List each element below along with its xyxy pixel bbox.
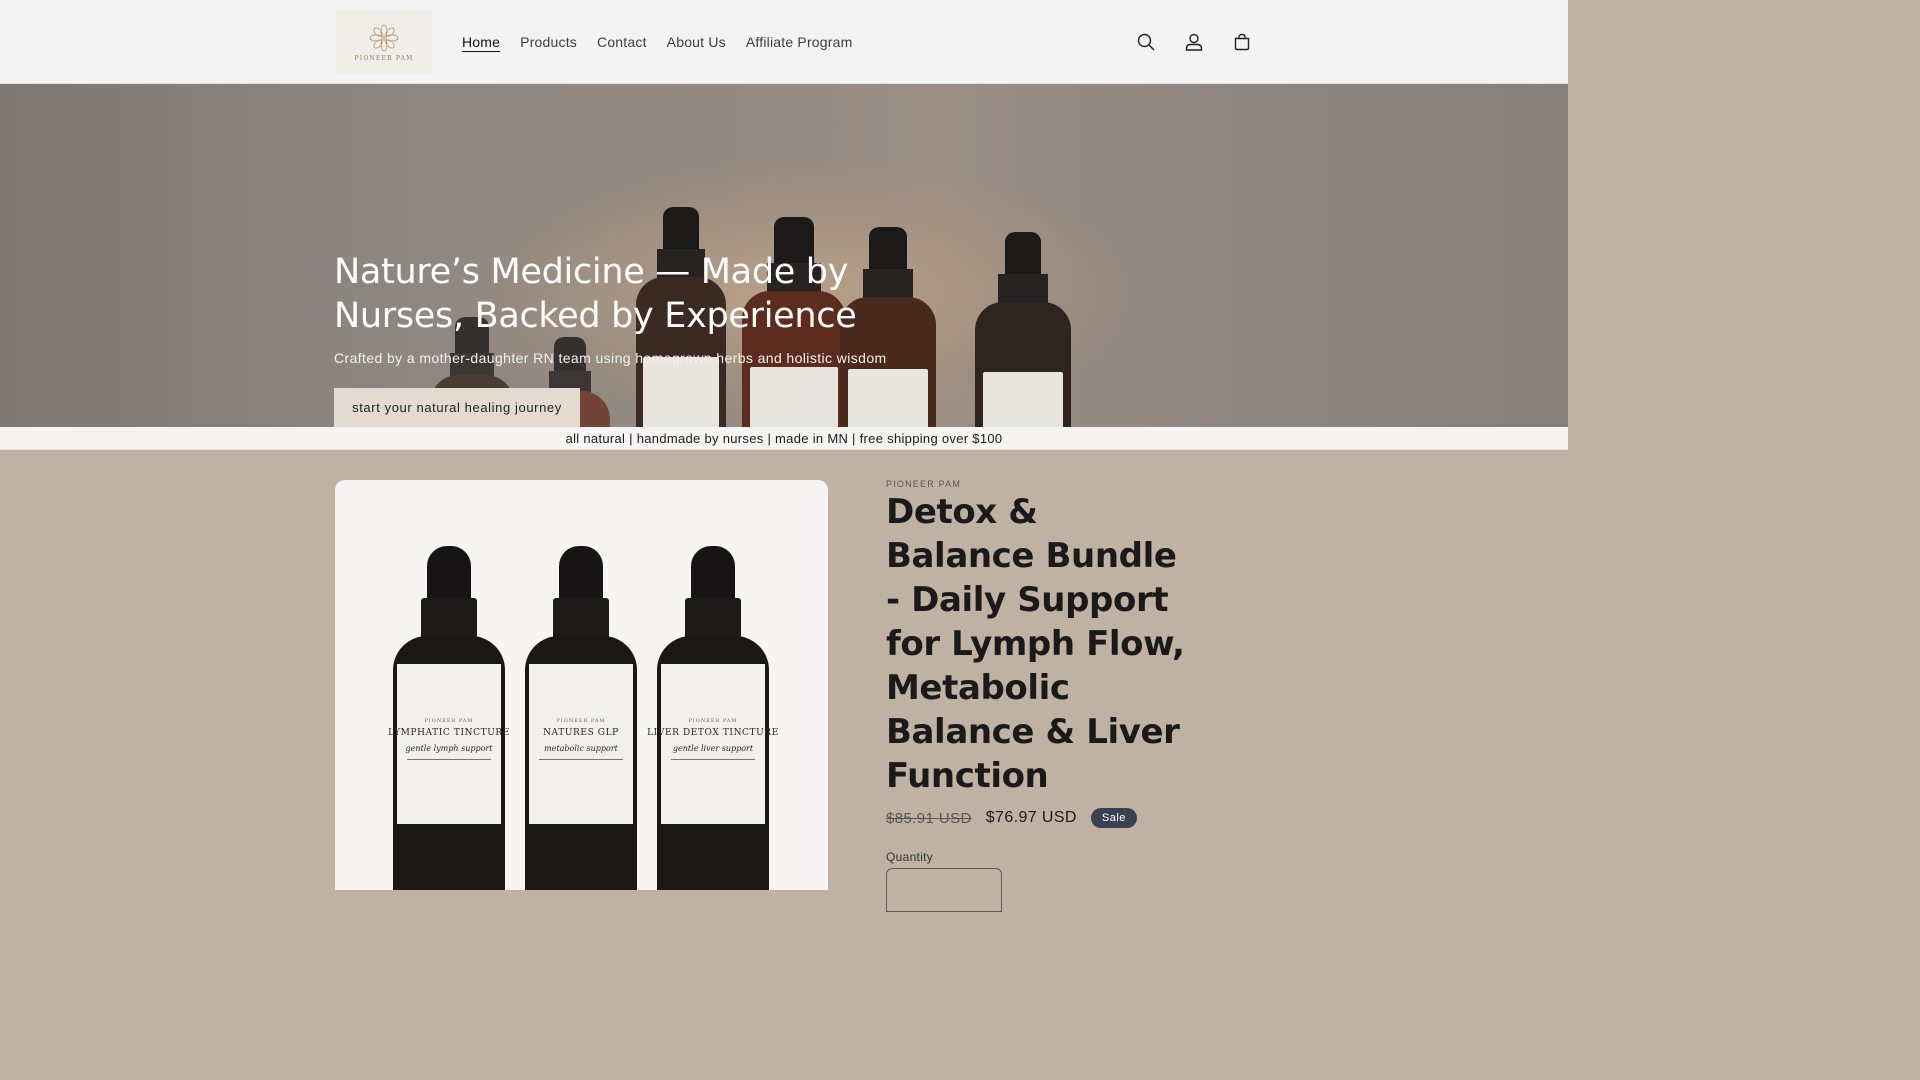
main-nav: Home Products Contact About Us Affiliate… [452, 0, 863, 84]
bottle-brand: PIONEER PAM [424, 718, 474, 724]
product-vendor: PIONEER PAM [886, 479, 962, 489]
cart-icon[interactable] [1224, 24, 1260, 60]
bottle-name: LIVER DETOX TINCTURE [647, 728, 779, 738]
quantity-stepper[interactable] [886, 868, 1002, 912]
nav-products[interactable]: Products [510, 0, 587, 84]
hero-subtitle: Crafted by a mother-daughter RN team usi… [334, 350, 887, 366]
bottle-tagline: gentle lymph support [405, 744, 493, 753]
label-divider [407, 759, 491, 760]
nav-about-us[interactable]: About Us [657, 0, 736, 84]
logo-text: PIONEER PAM [354, 54, 414, 62]
hero-title: Nature’s Medicine — Made by Nurses, Back… [334, 252, 857, 336]
nav-home[interactable]: Home [452, 0, 510, 84]
bottle-name: LYMPHATIC TINCTURE [388, 728, 510, 738]
bottle-brand: PIONEER PAM [556, 718, 606, 724]
product-bottle-liver-detox: PIONEER PAM LIVER DETOX TINCTURE gentle … [647, 546, 778, 890]
header-icons [1128, 24, 1260, 60]
logo-flower-icon [369, 24, 399, 51]
nav-contact[interactable]: Contact [587, 0, 657, 84]
site-header: PIONEER PAM Home Products Contact About … [0, 0, 1568, 84]
product-bottle-natures-glp: PIONEER PAM NATURES GLP metabolic suppor… [525, 546, 637, 890]
product-title: Detox & Balance Bundle - Daily Support f… [886, 492, 1185, 796]
quantity-label: Quantity [886, 850, 934, 864]
product-bottle-lymphatic: PIONEER PAM LYMPHATIC TINCTURE gentle ly… [388, 546, 509, 890]
bottle-tagline: gentle liver support [672, 744, 754, 753]
announcement-bar: all natural | handmade by nurses | made … [0, 427, 1568, 450]
nav-affiliate-program[interactable]: Affiliate Program [736, 0, 863, 84]
product-image[interactable]: PIONEER PAM LYMPHATIC TINCTURE gentle ly… [335, 480, 828, 890]
hero-bottle-image [975, 232, 1071, 427]
sale-badge: Sale [1090, 808, 1137, 828]
bottle-brand: PIONEER PAM [688, 718, 738, 724]
bottle-tagline: metabolic support [544, 744, 618, 753]
regular-price: $85.91 USD [886, 809, 972, 827]
price-row: $85.91 USD $76.97 USD Sale [886, 808, 1137, 828]
sale-price: $76.97 USD [985, 809, 1077, 826]
bottle-name: NATURES GLP [543, 728, 619, 738]
label-divider [671, 759, 755, 760]
hero-banner: Nature’s Medicine — Made by Nurses, Back… [0, 84, 1568, 427]
account-icon[interactable] [1176, 24, 1212, 60]
label-divider [539, 759, 623, 760]
logo[interactable]: PIONEER PAM [336, 10, 432, 74]
hero-cta-button[interactable]: start your natural healing journey [334, 388, 580, 427]
search-icon[interactable] [1128, 24, 1164, 60]
